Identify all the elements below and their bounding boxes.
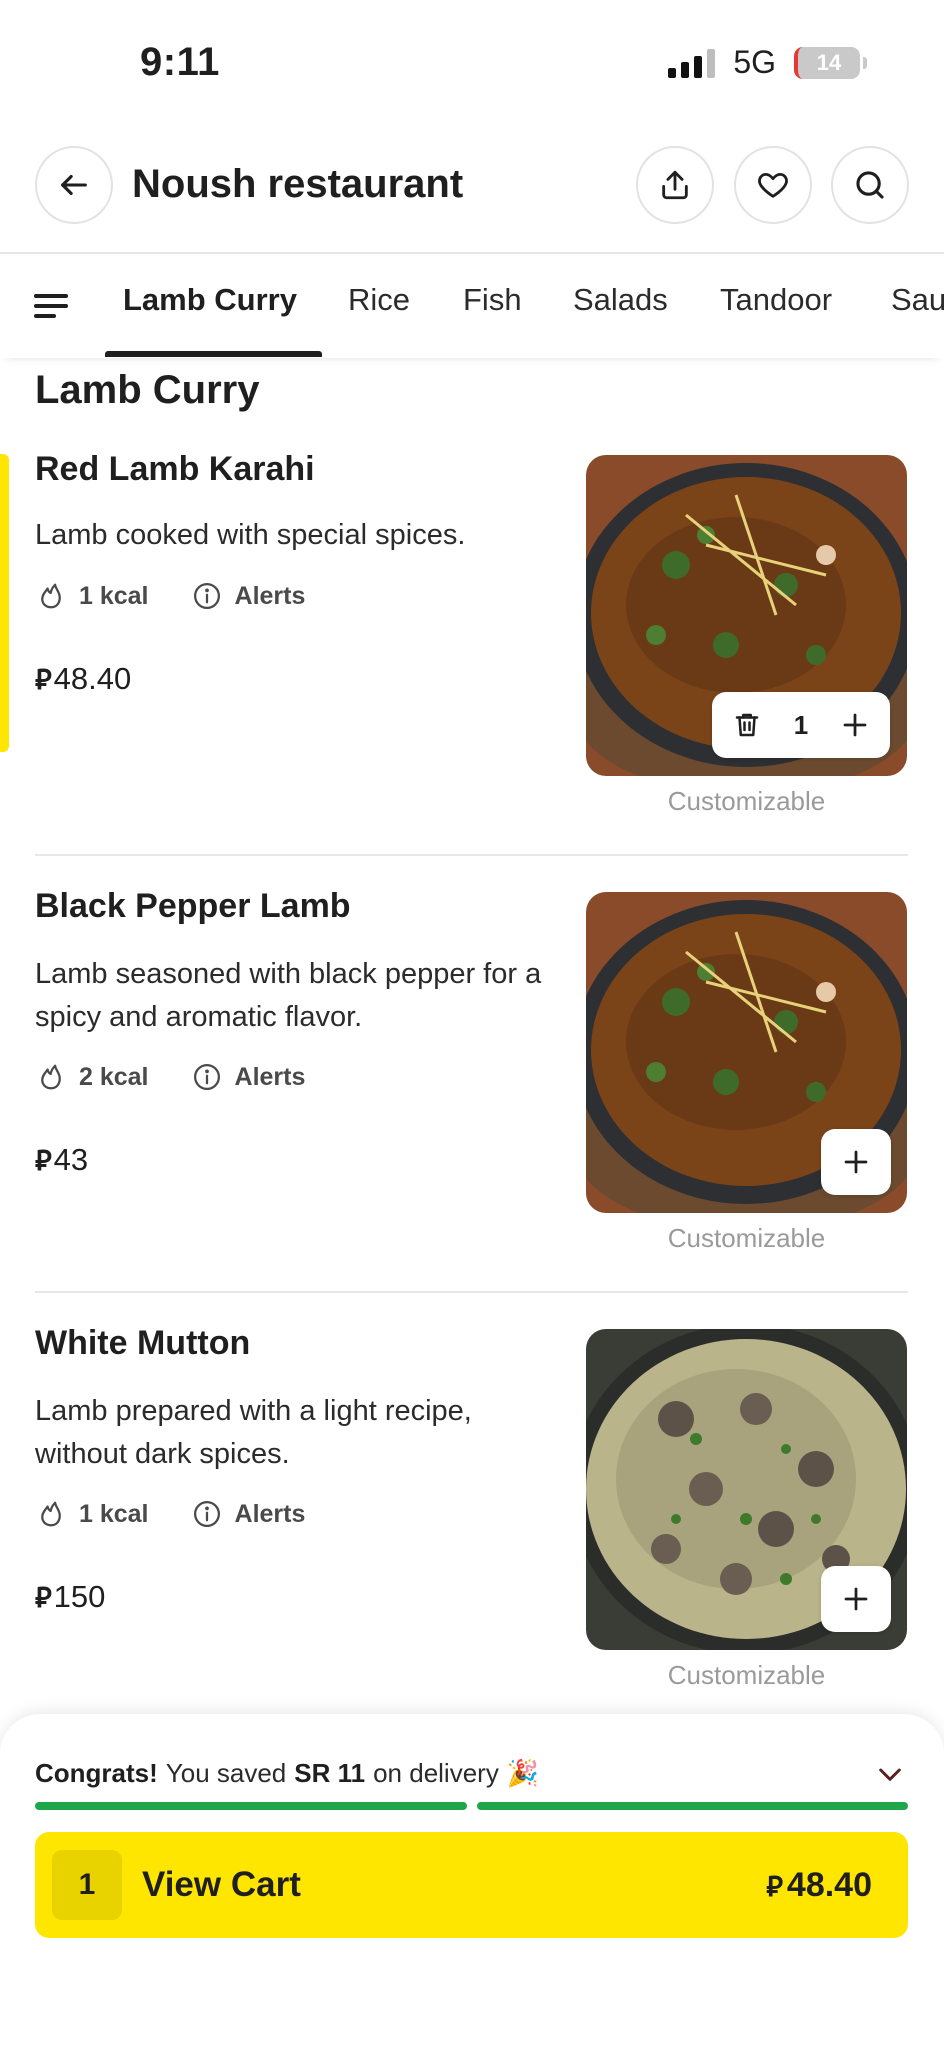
search-button[interactable] xyxy=(831,146,909,224)
riyal-symbol: ⃁ xyxy=(766,1870,783,1902)
savings-message: Congrats! You saved SR 11 on delivery 🎉 xyxy=(35,1758,539,1789)
item-price-value: 48.40 xyxy=(53,660,132,696)
savings-text-before: You saved xyxy=(165,1758,287,1788)
page-title: Noush restaurant xyxy=(132,162,464,206)
category-tabs: Lamb Curry Rice Fish Salads Tandoor Sau xyxy=(0,254,944,358)
add-to-cart-button[interactable] xyxy=(821,1129,891,1195)
tab-salads[interactable]: Salads xyxy=(573,282,668,318)
item-kcal: 1 kcal xyxy=(79,581,149,610)
trash-icon[interactable] xyxy=(732,710,762,740)
info-icon[interactable] xyxy=(191,1498,223,1530)
item-price: ⃁ 48.40 xyxy=(35,660,131,697)
customizable-label: Customizable xyxy=(667,786,826,816)
item-divider xyxy=(35,1291,908,1293)
app-header: Noush restaurant xyxy=(0,146,944,226)
quantity-stepper[interactable]: 1 xyxy=(712,692,890,758)
tab-rice[interactable]: Rice xyxy=(348,282,410,318)
tab-tandoor[interactable]: Tandoor xyxy=(720,282,832,318)
party-icon: 🎉 xyxy=(506,1758,540,1788)
add-to-cart-button[interactable] xyxy=(821,1566,891,1632)
selected-item-marker xyxy=(0,454,9,752)
status-bar: 9:11 5G 14 xyxy=(0,0,944,120)
riyal-symbol: ⃁ xyxy=(35,1582,52,1613)
savings-progress xyxy=(35,1802,908,1810)
network-label: 5G xyxy=(733,44,776,80)
item-meta: 1 kcal Alerts xyxy=(35,1498,305,1530)
item-kcal: 1 kcal xyxy=(79,1499,149,1528)
customizable-label: Customizable xyxy=(667,1223,826,1253)
savings-text-after: on delivery xyxy=(373,1758,499,1788)
cart-bottom-sheet: Congrats! You saved SR 11 on delivery 🎉 … xyxy=(0,1714,944,2048)
item-alerts-link[interactable]: Alerts xyxy=(235,1063,306,1092)
heart-icon xyxy=(758,172,788,198)
info-icon[interactable] xyxy=(191,580,223,612)
cart-total-value: 48.40 xyxy=(786,1865,872,1904)
item-description: Lamb cooked with special spices. xyxy=(35,519,466,551)
customizable-label: Customizable xyxy=(667,1660,826,1690)
battery-icon: 14 xyxy=(794,46,867,79)
item-description: Lamb prepared with a light recipe, witho… xyxy=(35,1395,472,1470)
menu-icon[interactable] xyxy=(34,292,70,320)
item-price: ⃁ 43 xyxy=(35,1141,88,1178)
chevron-down-icon[interactable] xyxy=(874,1758,906,1790)
view-cart-label: View Cart xyxy=(142,1865,301,1904)
info-icon[interactable] xyxy=(191,1061,223,1093)
flame-icon xyxy=(35,1061,67,1093)
plus-icon xyxy=(844,1150,868,1174)
arrow-left-icon xyxy=(61,174,87,196)
battery-level: 14 xyxy=(816,49,842,75)
item-price: ⃁ 150 xyxy=(35,1578,105,1615)
plus-icon[interactable] xyxy=(840,710,870,740)
item-alerts-link[interactable]: Alerts xyxy=(235,582,306,611)
share-icon xyxy=(662,170,688,200)
item-name: Black Pepper Lamb xyxy=(35,887,351,925)
quantity-value: 1 xyxy=(793,709,809,740)
item-divider xyxy=(35,854,908,856)
signal-icon xyxy=(668,48,716,78)
item-price-value: 150 xyxy=(53,1578,106,1614)
view-cart-button[interactable]: 1 View Cart ⃁ 48.40 xyxy=(35,1832,908,1938)
item-alerts-link[interactable]: Alerts xyxy=(235,1500,306,1529)
item-kcal: 2 kcal xyxy=(79,1062,149,1091)
tab-sauces[interactable]: Sau xyxy=(891,282,944,318)
riyal-symbol: ⃁ xyxy=(35,664,52,695)
tab-lamb-curry[interactable]: Lamb Curry xyxy=(123,282,297,318)
flame-icon xyxy=(35,1498,67,1530)
item-description: Lamb seasoned with black pepper for a sp… xyxy=(35,958,542,1033)
status-time: 9:11 xyxy=(140,40,220,84)
tab-fish[interactable]: Fish xyxy=(463,282,522,318)
item-name: White Mutton xyxy=(35,1324,251,1362)
status-indicators: 5G 14 xyxy=(668,44,867,81)
section-title: Lamb Curry xyxy=(35,368,260,412)
riyal-symbol: ⃁ xyxy=(35,1145,52,1176)
item-meta: 1 kcal Alerts xyxy=(35,580,305,612)
share-button[interactable] xyxy=(636,146,714,224)
plus-icon xyxy=(844,1587,868,1611)
savings-congrats: Congrats! xyxy=(35,1758,158,1788)
cart-count-badge: 1 xyxy=(52,1850,122,1920)
item-price-value: 43 xyxy=(53,1141,89,1177)
item-meta: 2 kcal Alerts xyxy=(35,1061,305,1093)
flame-icon xyxy=(35,580,67,612)
savings-amount: SR 11 xyxy=(294,1758,366,1788)
cart-total: ⃁ 48.40 xyxy=(766,1866,872,1905)
favorite-button[interactable] xyxy=(734,146,812,224)
item-name: Red Lamb Karahi xyxy=(35,450,315,488)
active-tab-indicator xyxy=(105,351,322,357)
search-icon xyxy=(856,171,884,199)
back-button[interactable] xyxy=(35,146,113,224)
